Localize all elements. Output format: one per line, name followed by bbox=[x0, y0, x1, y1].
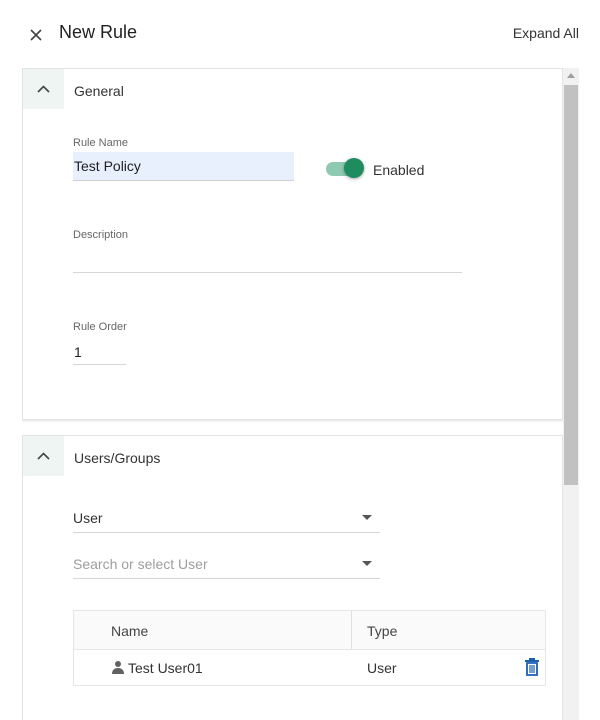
general-collapse-button[interactable] bbox=[23, 69, 64, 109]
toggle-knob bbox=[344, 158, 364, 178]
enabled-toggle[interactable] bbox=[326, 158, 366, 180]
principal-type-select[interactable]: User bbox=[73, 503, 380, 533]
scrollbar-thumb[interactable] bbox=[564, 85, 578, 485]
table-header: Name Type bbox=[74, 611, 545, 650]
user-search-placeholder: Search or select User bbox=[73, 556, 208, 572]
caret-down-icon bbox=[362, 515, 372, 520]
rule-name-label: Rule Name bbox=[73, 137, 129, 149]
delete-row-button[interactable] bbox=[523, 657, 541, 677]
chevron-up-icon bbox=[37, 452, 50, 460]
rule-order-label: Rule Order bbox=[73, 321, 127, 333]
user-name-cell: Test User01 bbox=[128, 660, 203, 676]
close-button[interactable] bbox=[24, 20, 48, 48]
description-label: Description bbox=[73, 229, 129, 241]
column-divider bbox=[351, 611, 352, 650]
page-title: New Rule bbox=[59, 22, 138, 42]
users-table: Name Type Test User01 User bbox=[73, 610, 546, 686]
general-section: General Rule Name Enabled Description Ru… bbox=[22, 68, 563, 420]
close-icon bbox=[30, 29, 42, 41]
expand-all-button[interactable]: Expand All bbox=[513, 25, 579, 41]
users-groups-collapse-button[interactable] bbox=[23, 436, 64, 476]
person-icon bbox=[112, 661, 124, 674]
principal-type-value: User bbox=[73, 510, 103, 526]
chevron-up-icon bbox=[37, 85, 50, 93]
table-row[interactable]: Test User01 User bbox=[74, 650, 545, 686]
caret-down-icon bbox=[362, 561, 372, 566]
users-groups-section-title: Users/Groups bbox=[74, 450, 161, 466]
column-header-type[interactable]: Type bbox=[367, 623, 397, 639]
rule-form: General Rule Name Enabled Description Ru… bbox=[22, 68, 563, 720]
enabled-label: Enabled bbox=[373, 162, 425, 178]
user-type-cell: User bbox=[367, 660, 397, 676]
header: New Rule Expand All bbox=[0, 0, 600, 68]
users-groups-section: Users/Groups User Search or select User … bbox=[22, 435, 563, 720]
description-input[interactable] bbox=[73, 247, 462, 273]
rule-name-input[interactable] bbox=[73, 152, 294, 181]
scroll-up-arrow-icon[interactable] bbox=[567, 73, 575, 78]
vertical-scrollbar[interactable] bbox=[563, 68, 579, 720]
general-section-title: General bbox=[74, 83, 124, 99]
trash-icon bbox=[525, 658, 539, 676]
column-header-name[interactable]: Name bbox=[111, 623, 148, 639]
rule-order-input[interactable] bbox=[73, 339, 126, 365]
user-search-select[interactable]: Search or select User bbox=[73, 549, 380, 579]
